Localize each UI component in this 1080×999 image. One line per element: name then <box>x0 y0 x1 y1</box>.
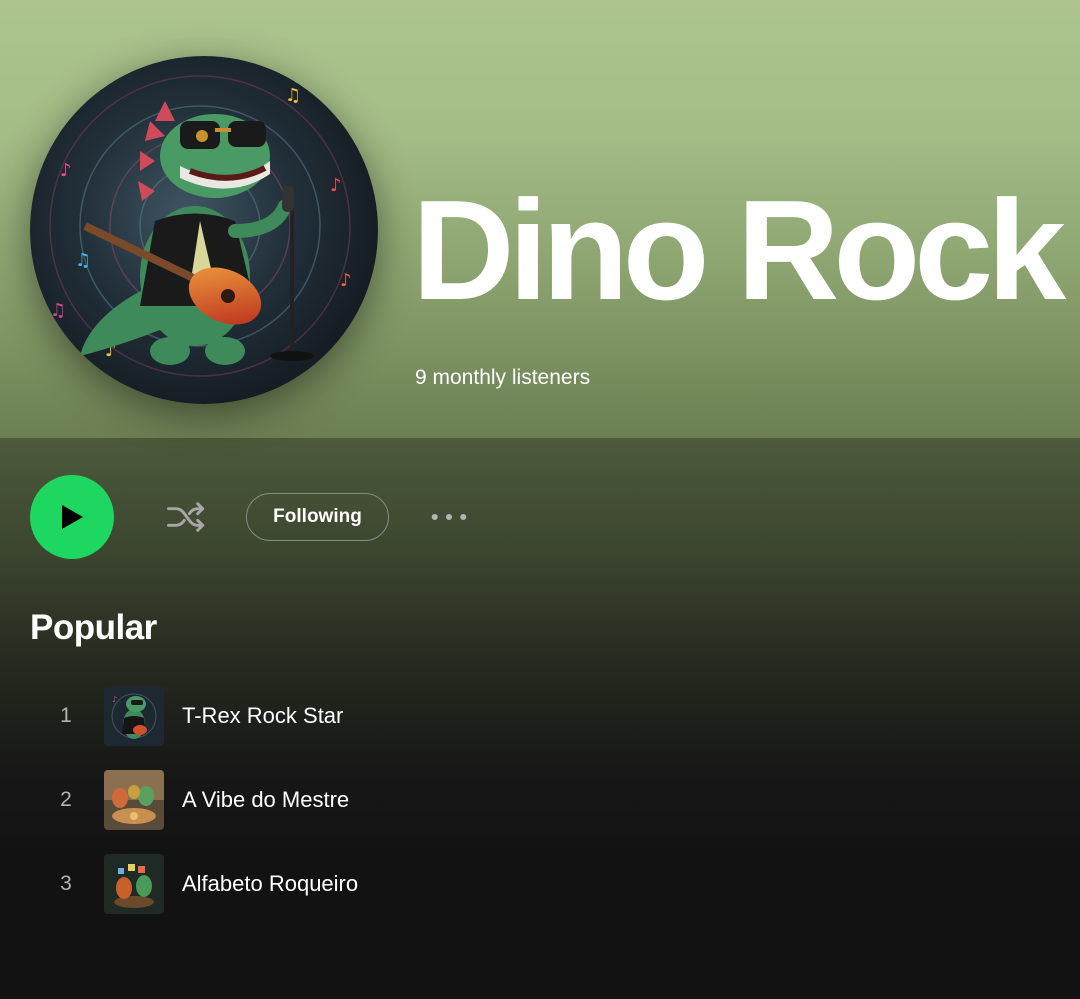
track-number: 2 <box>60 788 72 811</box>
track-row[interactable]: 1 ♪ T-Rex Rock Star <box>0 676 1080 760</box>
artist-avatar: ♪ ♫ ♪ ♫ ♪ ♪ ♫ <box>30 56 378 404</box>
svg-text:♪: ♪ <box>330 175 342 196</box>
svg-text:♪: ♪ <box>112 695 117 704</box>
svg-text:♫: ♫ <box>75 250 91 271</box>
shuffle-button[interactable] <box>160 493 212 541</box>
popular-track-list: 1 ♪ T-Rex Rock Star 2 A Vibe do Mestre 3… <box>0 676 1080 928</box>
track-title[interactable]: A Vibe do Mestre <box>182 787 349 813</box>
action-bar: Following <box>30 475 630 559</box>
dino-letters-cover-art-icon <box>104 854 164 914</box>
shuffle-icon <box>167 502 205 532</box>
artist-name: Dino Rock <box>412 171 1066 330</box>
track-number: 1 <box>60 704 72 727</box>
dinosaur-guitarist-icon: ♪ ♫ ♪ ♫ ♪ ♪ ♫ <box>30 56 378 404</box>
popular-heading: Popular <box>30 608 157 647</box>
svg-text:♪: ♪ <box>340 270 352 291</box>
trex-cover-art-icon: ♪ <box>104 686 164 746</box>
more-options-icon <box>431 513 467 521</box>
svg-text:♪: ♪ <box>60 160 72 181</box>
track-title[interactable]: T-Rex Rock Star <box>182 703 343 729</box>
monthly-listeners: 9 monthly listeners <box>415 366 591 389</box>
following-button[interactable]: Following <box>246 493 389 541</box>
track-row[interactable]: 2 A Vibe do Mestre <box>0 760 1080 844</box>
more-options-button[interactable] <box>424 499 474 535</box>
svg-text:♫: ♫ <box>285 85 301 106</box>
track-row[interactable]: 3 Alfabeto Roqueiro <box>0 844 1080 928</box>
track-number: 3 <box>60 872 72 895</box>
dinos-table-cover-art-icon <box>104 770 164 830</box>
track-title[interactable]: Alfabeto Roqueiro <box>182 871 358 897</box>
play-button[interactable] <box>30 475 114 559</box>
play-icon <box>62 505 83 529</box>
